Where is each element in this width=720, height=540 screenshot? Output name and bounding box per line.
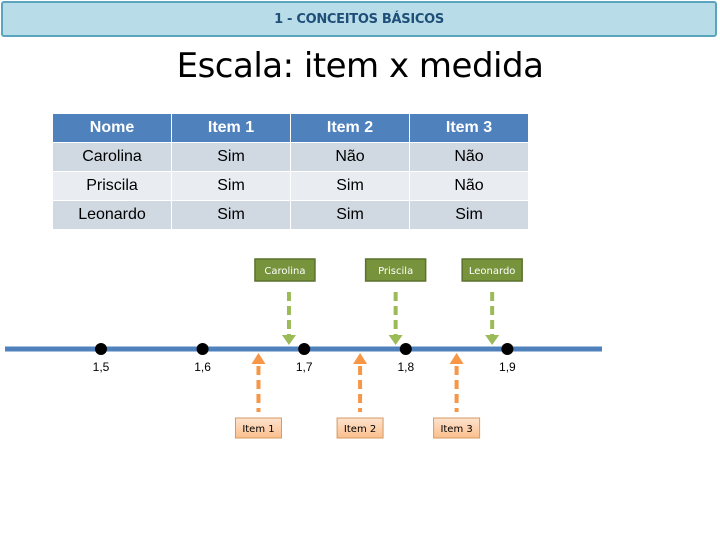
item-arrow-head — [353, 353, 368, 364]
tick-dot — [196, 343, 209, 355]
person-arrow-head — [281, 335, 296, 345]
person-arrow-head — [485, 335, 500, 345]
tick-dot — [95, 343, 107, 355]
item-label: Item 1 — [242, 424, 274, 435]
tick-dot — [399, 343, 412, 355]
tick-dot — [501, 343, 514, 355]
person-label: Leonardo — [469, 266, 516, 277]
tick-label: 1,6 — [194, 360, 211, 374]
scale-diagram: 1,5 1,6 1,7 1,8 1,9 Carolina Priscila Leonardo I… — [5, 258, 602, 439]
tick-label: 1,5 — [93, 360, 110, 374]
tick-label: 1,9 — [499, 360, 516, 374]
person-label: Priscila — [378, 266, 413, 277]
tick-dot — [298, 343, 311, 355]
item-arrow-head — [251, 353, 266, 364]
person-arrow-head — [388, 335, 403, 345]
item-label: Item 3 — [440, 424, 472, 435]
tick-label: 1,8 — [397, 360, 414, 374]
tick-label: 1,7 — [296, 360, 313, 374]
item-arrow-head — [449, 353, 464, 364]
item-label: Item 2 — [344, 424, 376, 435]
person-label: Carolina — [264, 266, 305, 277]
